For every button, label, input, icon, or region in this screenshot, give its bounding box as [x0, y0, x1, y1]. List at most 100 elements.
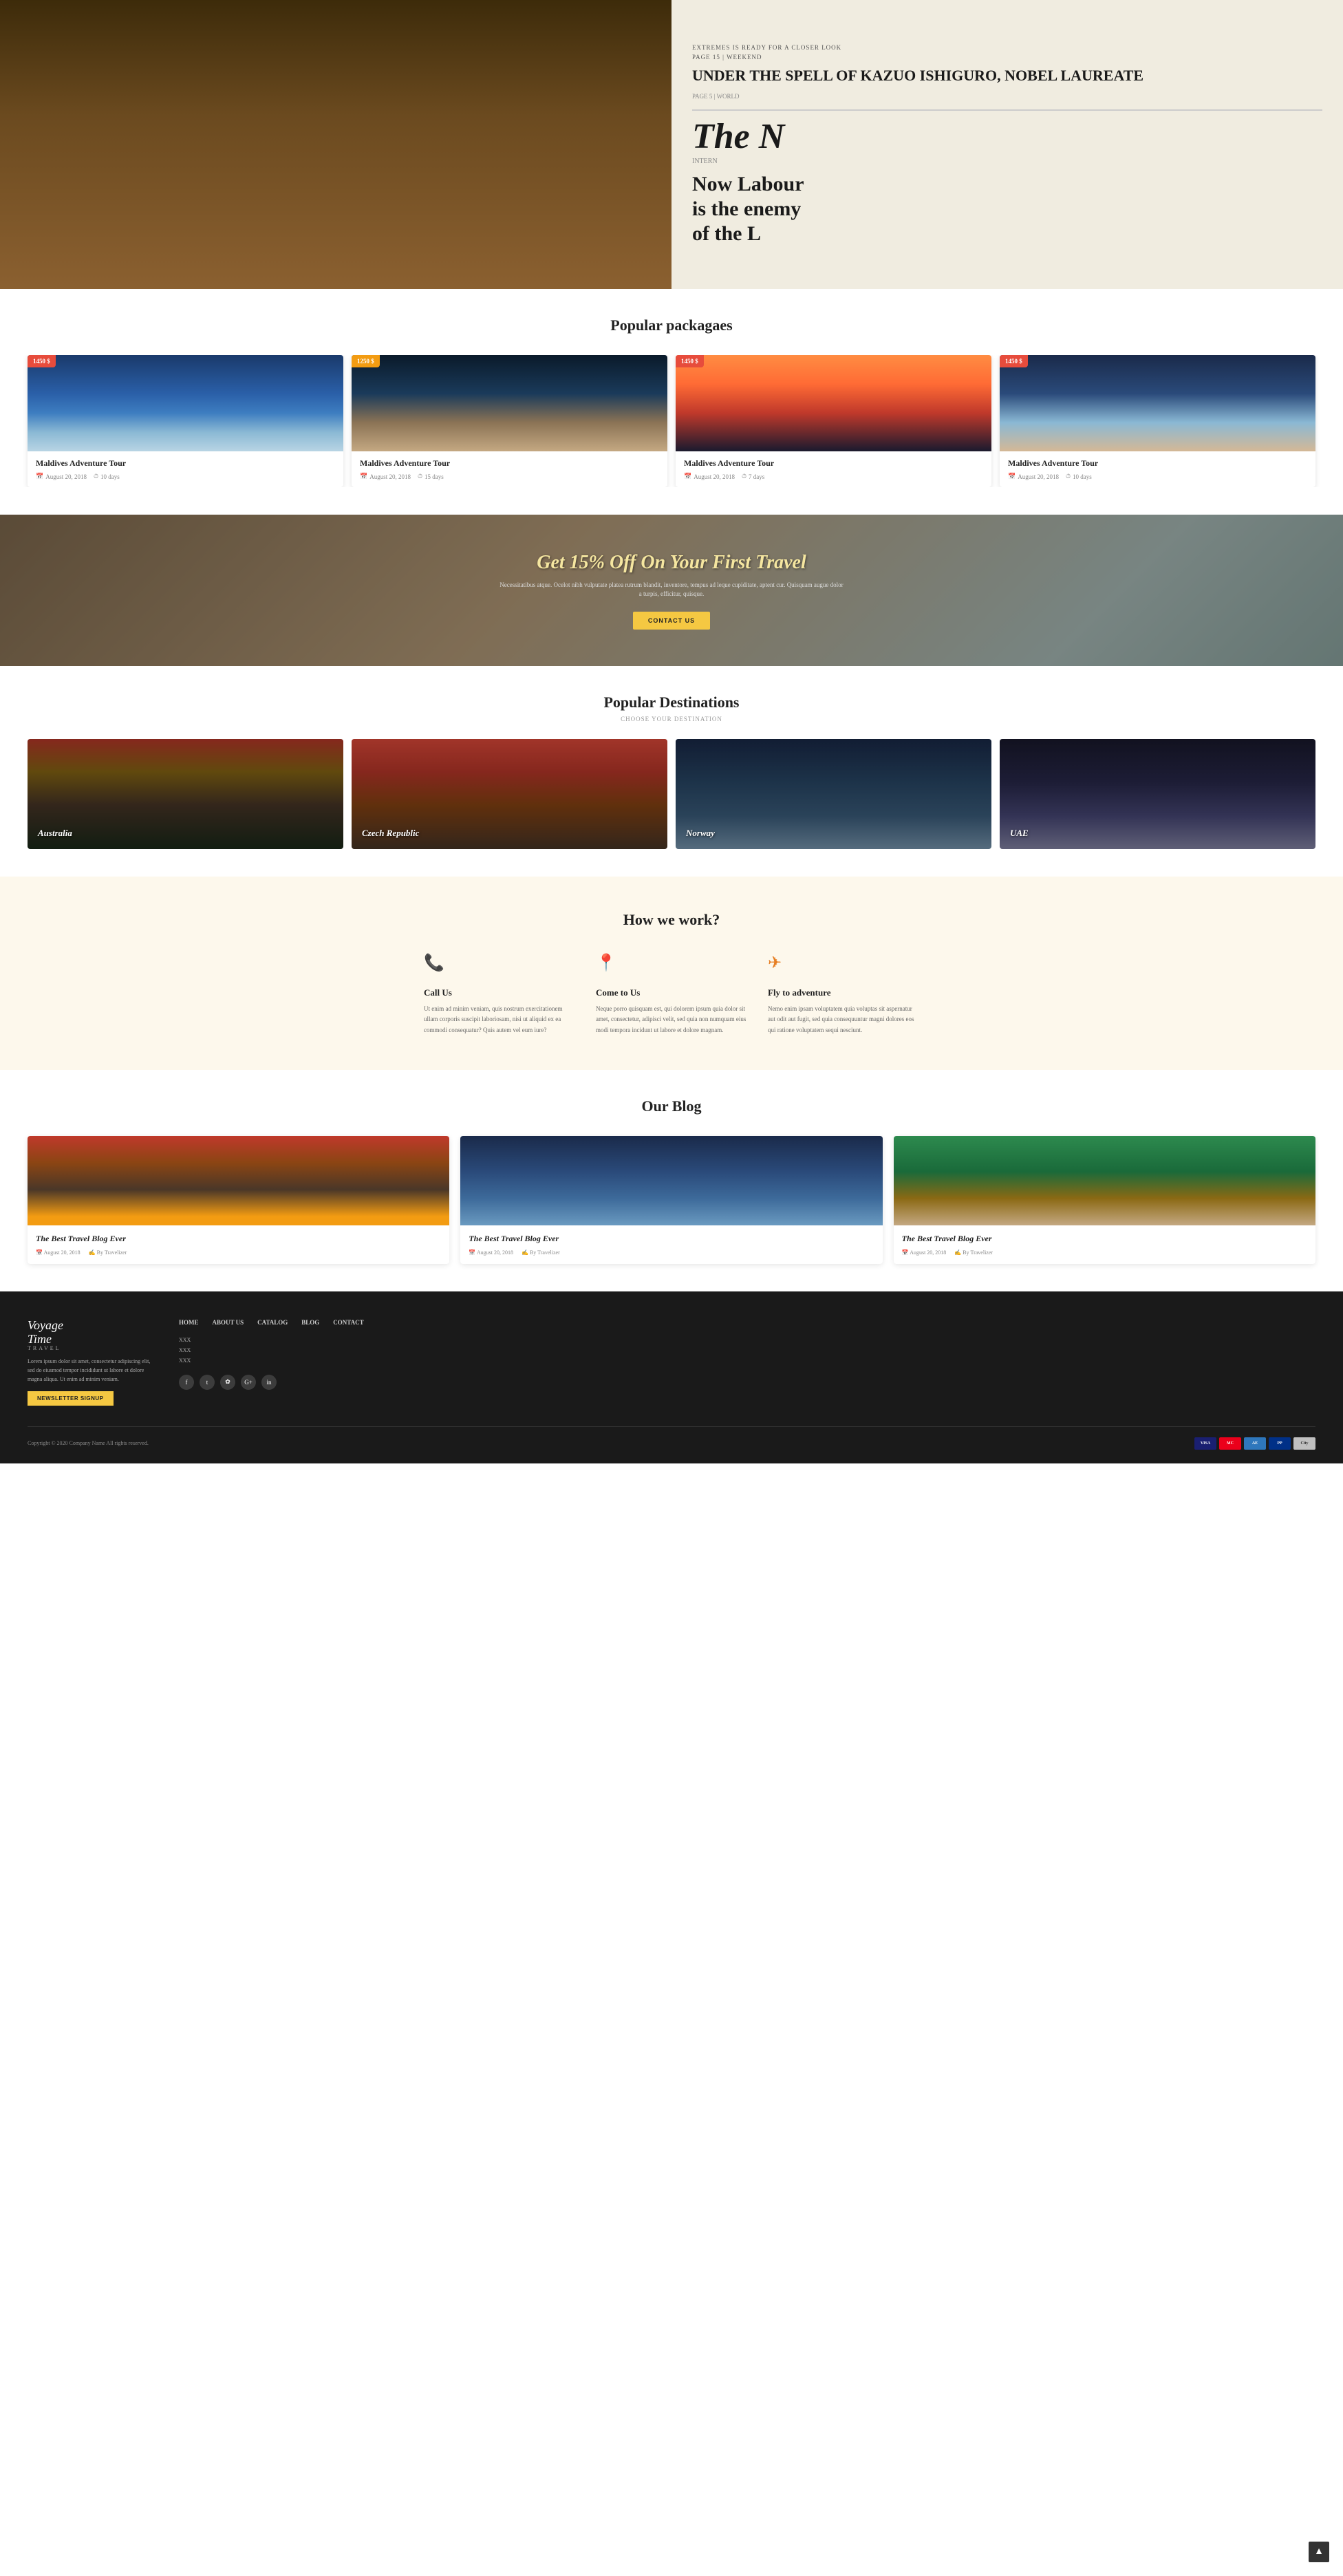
- newspaper-extras: EXTREMES IS READY FOR A CLOSER LOOKPAGE …: [692, 43, 841, 63]
- package-name: Maldives Adventure Tour: [36, 458, 335, 469]
- package-info: Maldives Adventure Tour 📅 August 20, 201…: [352, 451, 667, 487]
- package-badge: 1450 $: [28, 355, 56, 367]
- footer-nav-catalog[interactable]: CATALOG: [257, 1319, 288, 1326]
- package-image: 1250 $: [352, 355, 667, 451]
- blog-date: 📅 August 20, 2018: [469, 1249, 513, 1256]
- destinations-title: Popular Destinations: [0, 694, 1343, 711]
- footer-brand: Voyage Time TRAVEL Lorem ipsum dolor sit…: [28, 1319, 151, 1406]
- how-row: 📞 Call Us Ut enim ad minim veniam, quis …: [28, 953, 1315, 1035]
- promo-content: Get 15% Off On Your First Travel Necessi…: [499, 552, 844, 630]
- destination-card[interactable]: Australia: [28, 739, 343, 849]
- googleplus-icon[interactable]: G+: [241, 1375, 256, 1390]
- package-card[interactable]: 1450 $ Maldives Adventure Tour 📅 August …: [28, 355, 343, 487]
- footer-link[interactable]: XXX: [179, 1357, 1315, 1364]
- destination-overlay: [28, 739, 343, 849]
- blog-post-title: The Best Travel Blog Ever: [902, 1234, 1307, 1244]
- footer-nav-about[interactable]: ABOUT US: [213, 1319, 244, 1326]
- blog-image: [894, 1136, 1315, 1225]
- package-badge: 1450 $: [676, 355, 704, 367]
- package-meta: 📅 August 20, 2018 ⏱ 10 days: [1008, 473, 1307, 480]
- footer-logo: Voyage Time TRAVEL: [28, 1319, 151, 1352]
- twitter-icon[interactable]: t: [200, 1375, 215, 1390]
- footer-nav-row: HOME ABOUT US CATALOG BLOG CONTACT: [179, 1319, 1315, 1326]
- footer-nav-home[interactable]: HOME: [179, 1319, 199, 1326]
- package-duration: ⏱ 7 days: [742, 473, 764, 480]
- destination-label: Australia: [38, 828, 72, 839]
- footer: Voyage Time TRAVEL Lorem ipsum dolor sit…: [0, 1291, 1343, 1463]
- packages-row: 1450 $ Maldives Adventure Tour 📅 August …: [0, 355, 1343, 487]
- how-item-text: Neque porro quisquam est, qui dolorem ip…: [596, 1004, 747, 1035]
- amex-payment-icon: AE: [1244, 1437, 1266, 1450]
- destination-card[interactable]: UAE: [1000, 739, 1315, 849]
- destination-overlay: [1000, 739, 1315, 849]
- linkedin-icon[interactable]: in: [261, 1375, 277, 1390]
- blog-card[interactable]: The Best Travel Blog Ever 📅 August 20, 2…: [894, 1136, 1315, 1264]
- footer-link[interactable]: XXX: [179, 1347, 1315, 1353]
- hero-section: EXTREMES IS READY FOR A CLOSER LOOKPAGE …: [0, 0, 1343, 289]
- blog-meta: 📅 August 20, 2018 ✍ By Travelizer: [469, 1249, 874, 1256]
- package-duration: ⏱ 15 days: [418, 473, 444, 480]
- footer-nav: HOME ABOUT US CATALOG BLOG CONTACT XXX X…: [179, 1319, 1315, 1406]
- package-meta: 📅 August 20, 2018 ⏱ 15 days: [360, 473, 659, 480]
- package-badge: 1450 $: [1000, 355, 1028, 367]
- package-date: 📅 August 20, 2018: [1008, 473, 1059, 480]
- package-card[interactable]: 1450 $ Maldives Adventure Tour 📅 August …: [1000, 355, 1315, 487]
- promo-subtitle: Necessitatibus atque. Ocelot nibh vulput…: [499, 581, 844, 599]
- package-date: 📅 August 20, 2018: [684, 473, 735, 480]
- package-badge: 1250 $: [352, 355, 380, 367]
- footer-link[interactable]: XXX: [179, 1337, 1315, 1343]
- package-card[interactable]: 1250 $ Maldives Adventure Tour 📅 August …: [352, 355, 667, 487]
- package-info: Maldives Adventure Tour 📅 August 20, 201…: [676, 451, 991, 487]
- blog-section: Our Blog The Best Travel Blog Ever 📅 Aug…: [0, 1070, 1343, 1291]
- instagram-icon[interactable]: ✿: [220, 1375, 235, 1390]
- package-info: Maldives Adventure Tour 📅 August 20, 201…: [28, 451, 343, 487]
- packages-title: Popular packagaes: [0, 316, 1343, 334]
- footer-nav-contact[interactable]: CONTACT: [333, 1319, 363, 1326]
- newsletter-signup-button[interactable]: NEWSLETTER SIGNUP: [28, 1391, 114, 1406]
- destination-label: Czech Republic: [362, 828, 419, 839]
- how-title: How we work?: [28, 911, 1315, 929]
- location-icon: 📍: [596, 953, 623, 980]
- package-card[interactable]: 1450 $ Maldives Adventure Tour 📅 August …: [676, 355, 991, 487]
- blog-image: [460, 1136, 882, 1225]
- packages-section: Popular packagaes 1450 $ Maldives Advent…: [0, 289, 1343, 515]
- package-name: Maldives Adventure Tour: [684, 458, 983, 469]
- blog-card[interactable]: The Best Travel Blog Ever 📅 August 20, 2…: [28, 1136, 449, 1264]
- mastercard-payment-icon: MC: [1219, 1437, 1241, 1450]
- blog-image: [28, 1136, 449, 1225]
- scroll-to-top-button[interactable]: ▲: [1309, 2542, 1329, 2562]
- city-payment-icon: City: [1293, 1437, 1315, 1450]
- visa-payment-icon: VISA: [1194, 1437, 1216, 1450]
- footer-nav-blog[interactable]: BLOG: [301, 1319, 319, 1326]
- blog-date: 📅 August 20, 2018: [902, 1249, 947, 1256]
- package-thumbnail: [1000, 355, 1315, 451]
- newspaper-page: PAGE 5 | WORLD: [692, 92, 740, 101]
- blog-card[interactable]: The Best Travel Blog Ever 📅 August 20, 2…: [460, 1136, 882, 1264]
- blog-info: The Best Travel Blog Ever 📅 August 20, 2…: [460, 1225, 882, 1264]
- package-image: 1450 $: [676, 355, 991, 451]
- promo-title: Get 15% Off On Your First Travel: [499, 552, 844, 574]
- facebook-icon[interactable]: f: [179, 1375, 194, 1390]
- paypal-payment-icon: PP: [1269, 1437, 1291, 1450]
- blog-author: ✍ By Travelizer: [522, 1249, 560, 1256]
- blog-post-title: The Best Travel Blog Ever: [36, 1234, 441, 1244]
- package-meta: 📅 August 20, 2018 ⏱ 7 days: [684, 473, 983, 480]
- destination-card[interactable]: Norway: [676, 739, 991, 849]
- destinations-row: Australia Czech Republic Norway UAE: [0, 739, 1343, 849]
- package-info: Maldives Adventure Tour 📅 August 20, 201…: [1000, 451, 1315, 487]
- hero-image-left: [0, 0, 672, 289]
- destination-card[interactable]: Czech Republic: [352, 739, 667, 849]
- footer-links: XXX XXX XXX: [179, 1337, 1315, 1364]
- package-date: 📅 August 20, 2018: [360, 473, 411, 480]
- footer-bottom: Copyright © 2020 Company Name All rights…: [28, 1426, 1315, 1450]
- destination-label: UAE: [1010, 828, 1029, 839]
- newspaper-headline: UNDER THE SPELL OF KAZUO ISHIGURO, NOBEL…: [692, 66, 1143, 86]
- footer-description: Lorem ipsum dolor sit amet, consectetur …: [28, 1357, 151, 1384]
- destinations-subtitle: CHOOSE YOUR DESTINATION: [0, 716, 1343, 722]
- package-name: Maldives Adventure Tour: [360, 458, 659, 469]
- contact-us-button[interactable]: CONTACT US: [633, 612, 710, 630]
- package-name: Maldives Adventure Tour: [1008, 458, 1307, 469]
- blog-row: The Best Travel Blog Ever 📅 August 20, 2…: [0, 1136, 1343, 1264]
- destination-overlay: [676, 739, 991, 849]
- phone-icon: 📞: [424, 953, 451, 980]
